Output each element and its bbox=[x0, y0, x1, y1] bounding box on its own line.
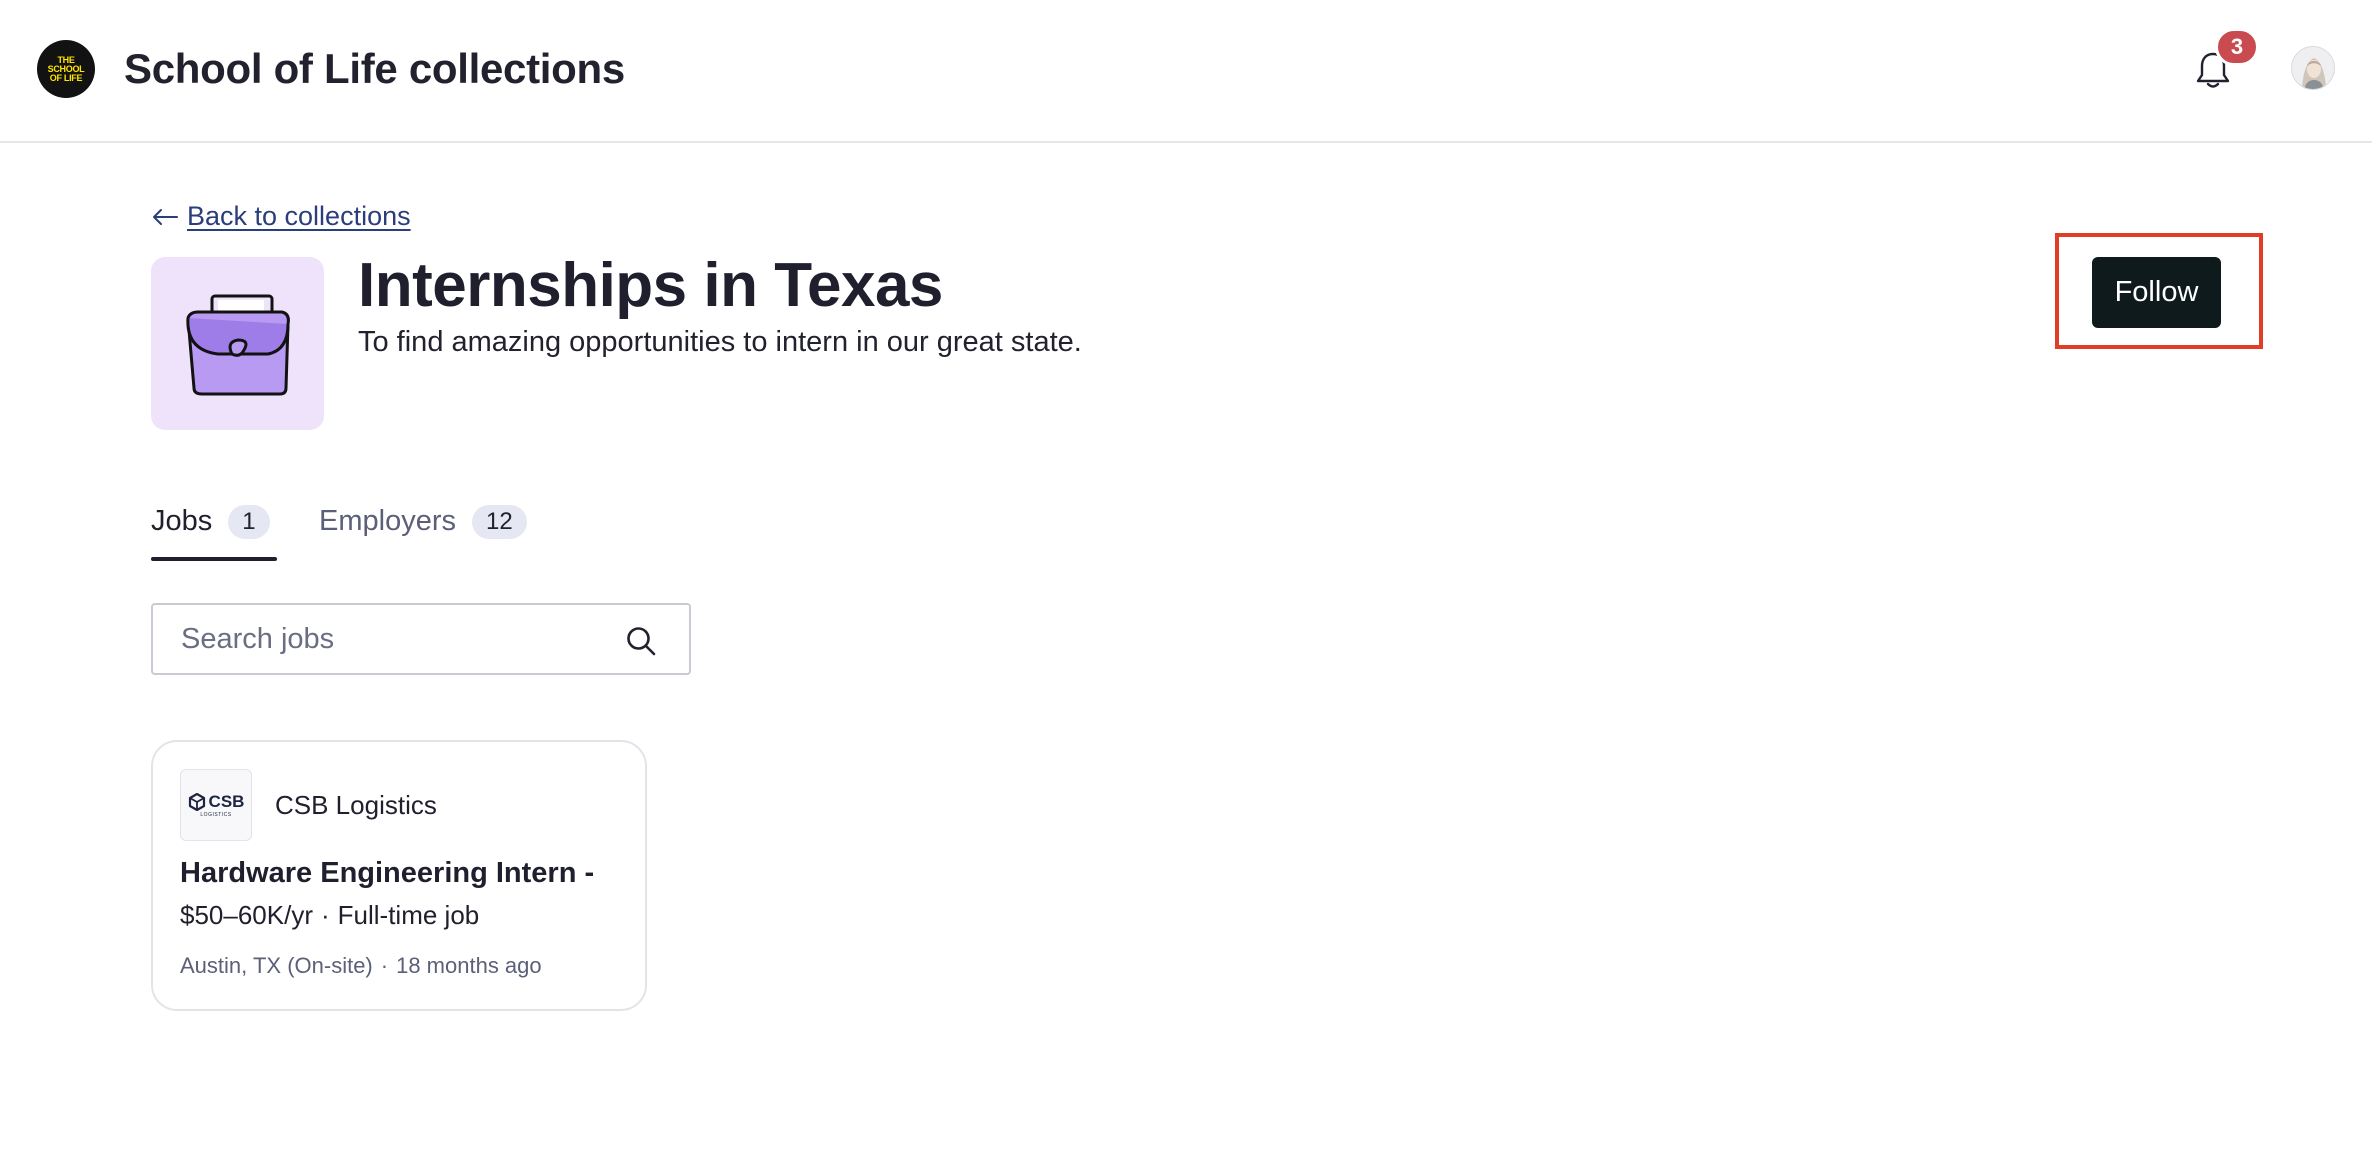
company-logo-mark: CSB bbox=[188, 792, 245, 812]
briefcase-icon bbox=[185, 294, 290, 395]
company-logo-subtext: LOGISTICS bbox=[200, 812, 232, 818]
search-icon[interactable] bbox=[625, 625, 657, 657]
job-salary: $50–60K/yr bbox=[180, 900, 313, 930]
job-card[interactable]: CSB LOGISTICS CSB Logistics Hardware Eng… bbox=[151, 740, 647, 1011]
job-type: Full-time job bbox=[337, 900, 480, 930]
school-of-life-logo[interactable]: THE SCHOOL OF LIFE bbox=[37, 40, 95, 98]
collection-description: To find amazing opportunities to intern … bbox=[358, 326, 1082, 358]
meta-separator: · bbox=[320, 900, 330, 930]
active-tab-underline bbox=[151, 557, 277, 561]
company-name: CSB Logistics bbox=[275, 790, 437, 820]
avatar-image bbox=[2292, 47, 2334, 89]
location-separator: · bbox=[380, 953, 389, 978]
back-link-label[interactable]: Back to collections bbox=[187, 201, 411, 232]
cube-icon bbox=[188, 793, 205, 811]
tab-employers-count: 12 bbox=[472, 505, 527, 539]
collection-icon bbox=[151, 257, 324, 430]
notification-count-badge: 3 bbox=[2215, 28, 2259, 66]
job-meta: $50–60K/yr · Full-time job bbox=[180, 900, 479, 931]
tab-employers[interactable]: Employers 12 bbox=[319, 503, 527, 561]
job-posted-time: 18 months ago bbox=[396, 953, 542, 978]
follow-button[interactable]: Follow bbox=[2092, 257, 2221, 328]
tab-employers-label: Employers bbox=[319, 505, 456, 537]
company-logo: CSB LOGISTICS bbox=[180, 769, 252, 841]
tab-jobs-count: 1 bbox=[228, 505, 270, 539]
tab-jobs[interactable]: Jobs 1 bbox=[151, 503, 270, 561]
job-title[interactable]: Hardware Engineering Intern - bbox=[180, 857, 594, 890]
job-location: Austin, TX (On-site) bbox=[180, 953, 373, 978]
user-avatar[interactable] bbox=[2291, 46, 2335, 90]
job-location-line: Austin, TX (On-site) · 18 months ago bbox=[180, 953, 542, 979]
search-input[interactable] bbox=[153, 605, 593, 673]
arrow-left-icon bbox=[153, 208, 178, 225]
logo-text: THE SCHOOL OF LIFE bbox=[47, 54, 85, 83]
tab-jobs-label: Jobs bbox=[151, 505, 213, 537]
back-to-collections-link[interactable]: Back to collections bbox=[151, 201, 411, 232]
top-header: THE SCHOOL OF LIFE School of Life collec… bbox=[0, 0, 2372, 143]
search-box bbox=[151, 603, 691, 675]
company-logo-text: CSB bbox=[208, 792, 245, 811]
collection-title: Internships in Texas bbox=[358, 251, 943, 320]
app-title: School of Life collections bbox=[124, 45, 625, 92]
